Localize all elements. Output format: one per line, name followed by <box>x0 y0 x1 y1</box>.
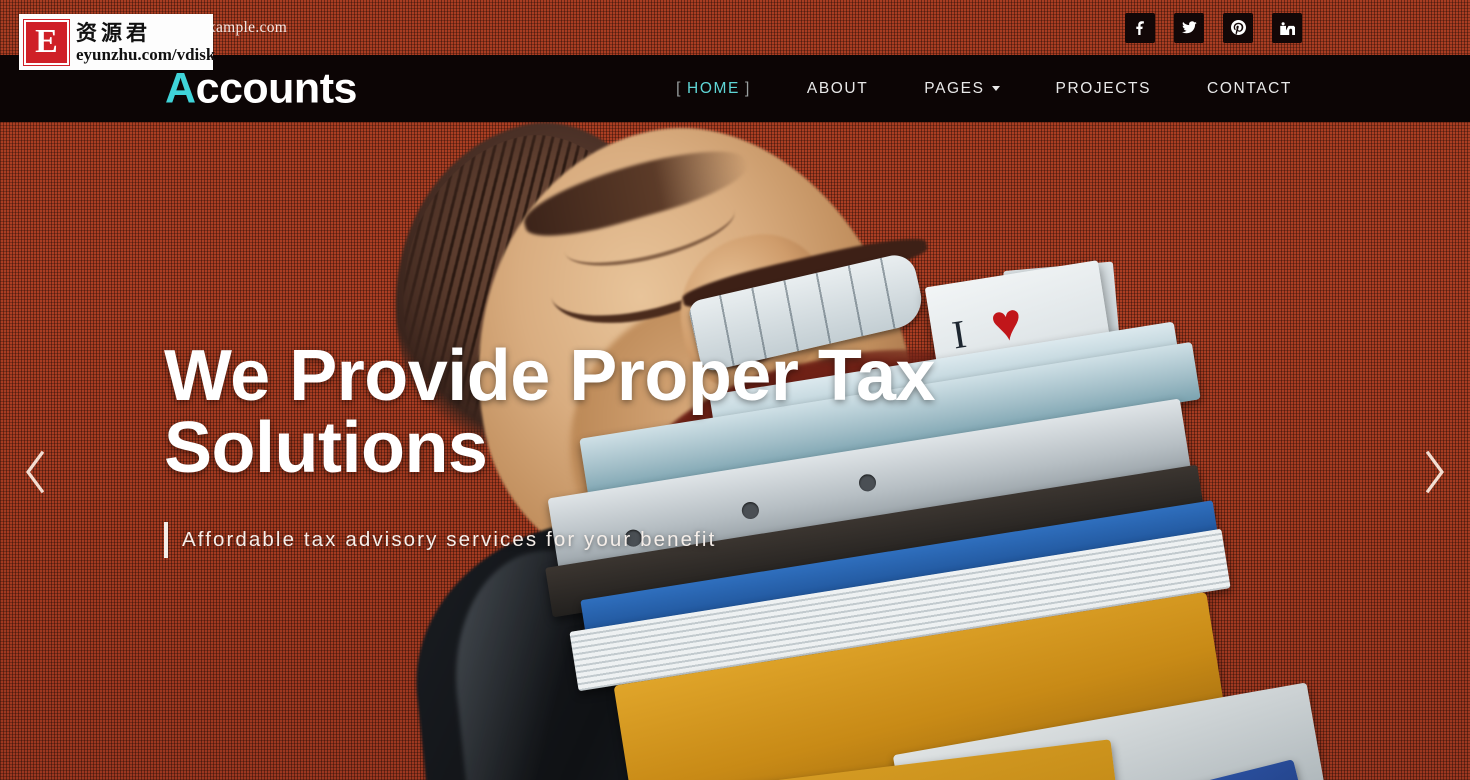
slider-prev-button[interactable] <box>12 444 58 500</box>
pinterest-icon[interactable] <box>1223 12 1253 43</box>
logo-accent-letter: A <box>165 64 196 112</box>
hero-title-line-2: Solutions <box>164 408 488 488</box>
hero-content: We Provide Proper Tax Solutions Affordab… <box>164 340 984 558</box>
nav-item-contact[interactable]: CONTACT <box>1179 80 1320 98</box>
nav-item-about-label: ABOUT <box>806 79 869 97</box>
nav-item-contact-label: CONTACT <box>1207 79 1292 97</box>
page-root: I ♥ TAX info@example.com <box>0 0 1470 780</box>
chevron-right-icon <box>1425 450 1444 494</box>
chevron-left-icon <box>26 450 45 494</box>
nav-item-home-label: HOME <box>687 79 740 97</box>
linkedin-icon[interactable] <box>1272 12 1302 43</box>
main-navbar: Accounts [ HOME ] ABOUT PAGES PROJECTS C… <box>0 55 1470 122</box>
site-logo[interactable]: Accounts <box>165 64 357 113</box>
watermark-logo-icon: E <box>24 19 69 65</box>
logo-rest: ccounts <box>195 64 358 112</box>
nav-item-about[interactable]: ABOUT <box>779 80 896 98</box>
nav-item-pages[interactable]: PAGES <box>896 80 1027 98</box>
hero-title-line-1: We Provide Proper Tax <box>164 336 936 416</box>
watermark-overlay: E 资源君 eyunzhu.com/vdisk <box>19 14 215 70</box>
chevron-down-icon <box>991 86 1000 91</box>
nav-item-home[interactable]: [ HOME ] <box>648 80 779 98</box>
social-links <box>1125 12 1302 43</box>
top-utility-bar: info@example.com <box>0 0 1470 55</box>
slider-next-button[interactable] <box>1412 444 1458 500</box>
twitter-icon[interactable] <box>1174 12 1204 43</box>
nav-bracket-close: ] <box>744 79 751 97</box>
nav-item-projects-label: PROJECTS <box>1055 79 1152 97</box>
watermark-logo-letter: E <box>35 23 58 60</box>
facebook-icon[interactable] <box>1125 12 1155 43</box>
primary-nav: [ HOME ] ABOUT PAGES PROJECTS CONTACT <box>648 80 1320 98</box>
watermark-chinese-text: 资源君 <box>76 20 151 45</box>
nav-bracket-open: [ <box>676 79 683 97</box>
watermark-url: eyunzhu.com/vdisk <box>76 44 216 64</box>
nav-item-pages-label: PAGES <box>924 79 985 97</box>
hero-subtitle: Affordable tax advisory services for you… <box>182 528 717 551</box>
hero-title: We Provide Proper Tax Solutions <box>164 340 984 484</box>
hero-subtitle-wrapper: Affordable tax advisory services for you… <box>164 522 984 558</box>
watermark-text-group: 资源君 eyunzhu.com/vdisk <box>76 21 215 64</box>
hero-subtitle-accent-bar <box>164 522 168 558</box>
nav-item-projects[interactable]: PROJECTS <box>1028 80 1179 98</box>
